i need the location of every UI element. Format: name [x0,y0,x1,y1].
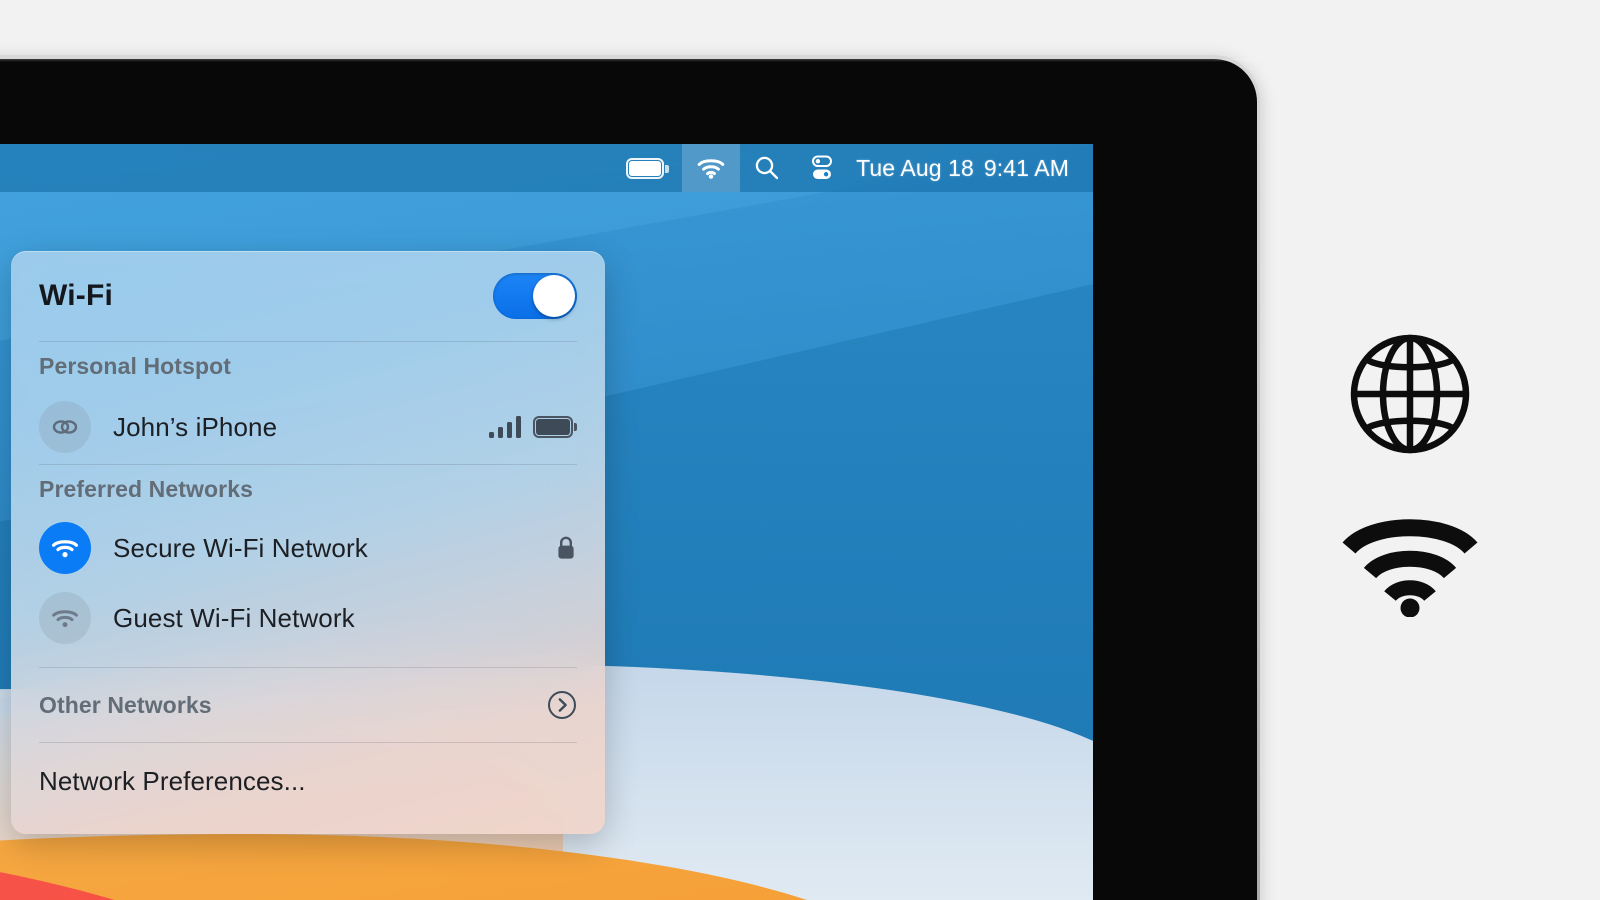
other-networks-label: Other Networks [39,691,212,718]
network-name: Secure Wi-Fi Network [113,532,368,563]
hotspot-status-icons [489,416,577,438]
preferred-networks-label: Preferred Networks [39,475,253,502]
battery-icon [626,157,670,179]
menu-bar-control-center[interactable] [794,144,850,192]
menu-bar-wifi[interactable] [682,144,741,192]
search-icon [755,156,779,180]
laptop-bezel: Tue Aug 18 9:41 AM Wi-Fi Personal Hotspo… [0,59,1257,900]
wifi-icon [697,159,725,179]
control-center-icon [812,155,833,179]
preferred-networks-header: Preferred Networks [39,465,577,513]
battery-icon [533,416,577,438]
menu-bar-clock[interactable]: Tue Aug 18 9:41 AM [850,155,1093,182]
personal-hotspot-header: Personal Hotspot [39,342,577,390]
chevron-right-circle-icon[interactable] [547,690,577,720]
hotspot-device-name: John’s iPhone [113,411,278,442]
wifi-toggle[interactable] [493,273,577,319]
signal-bars-icon [489,416,521,438]
menu-bar: Tue Aug 18 9:41 AM [0,144,1093,192]
wifi-icon [39,592,91,644]
network-row-guest[interactable]: Guest Wi-Fi Network [39,583,577,653]
network-preferences-label: Network Preferences... [39,765,306,796]
network-preferences-row[interactable]: Network Preferences... [39,743,577,819]
clock-date: Tue Aug 18 [856,154,974,181]
wifi-panel-title: Wi-Fi [39,279,114,312]
network-row-secure[interactable]: Secure Wi-Fi Network [39,513,577,583]
wifi-toggle-knob [533,275,575,317]
clock-time: 9:41 AM [983,154,1069,181]
link-icon [39,401,91,453]
lock-icon [555,535,577,561]
personal-hotspot-label: Personal Hotspot [39,352,232,379]
wifi-icon [39,522,91,574]
laptop-device: Tue Aug 18 9:41 AM Wi-Fi Personal Hotspo… [0,55,1260,900]
screenshot-stage: Tue Aug 18 9:41 AM Wi-Fi Personal Hotspo… [0,0,1600,900]
other-networks-row[interactable]: Other Networks [39,668,577,742]
globe-icon [1348,332,1472,456]
menu-bar-spotlight[interactable] [740,144,794,192]
menu-bar-battery[interactable] [612,144,682,192]
wifi-menu-panel: Wi-Fi Personal Hotspot John’s iPhone Pre… [11,251,605,834]
wifi-icon [1340,513,1480,618]
wifi-header-row: Wi-Fi [39,251,577,341]
hotspot-device-row[interactable]: John’s iPhone [39,390,577,464]
laptop-screen: Tue Aug 18 9:41 AM Wi-Fi Personal Hotspo… [0,144,1093,900]
network-name: Guest Wi-Fi Network [113,602,355,633]
